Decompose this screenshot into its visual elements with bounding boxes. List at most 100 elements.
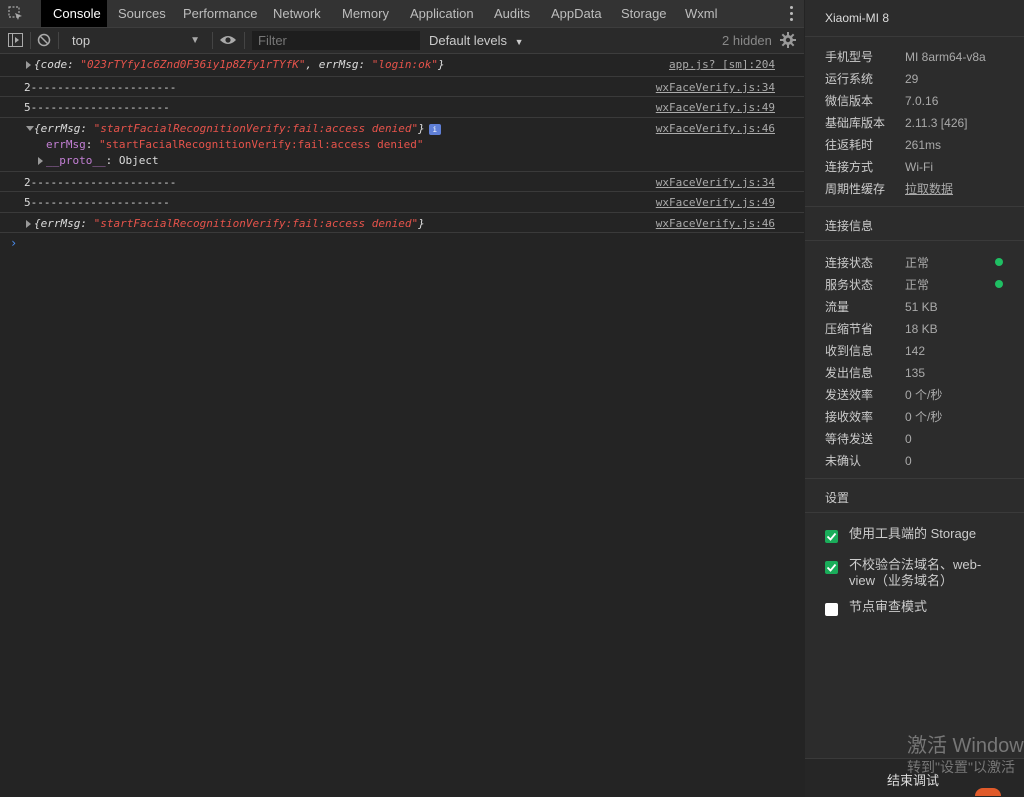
inspect-element-icon[interactable] xyxy=(8,6,24,22)
console-output: {code: "023rTYfy1c6Znd0F36iy1p8Zfy1rTYfK… xyxy=(0,54,804,233)
conn-value: 0 个/秒 xyxy=(905,410,943,424)
tab-network[interactable]: Network xyxy=(261,0,330,27)
source-link[interactable]: app.js? [sm]:204 xyxy=(669,58,775,71)
connection-row: 等待发送 0 xyxy=(825,430,912,447)
info-key: 微信版本 xyxy=(825,94,874,108)
setting-checkbox[interactable] xyxy=(825,530,838,543)
source-link[interactable]: wxFaceVerify.js:49 xyxy=(656,196,775,209)
info-key: 基础库版本 xyxy=(825,116,886,130)
console-row[interactable]: {errMsg: "startFacialRecognitionVerify:f… xyxy=(0,213,804,233)
tab-wxml[interactable]: Wxml xyxy=(673,0,728,27)
collapse-triangle-icon[interactable] xyxy=(26,126,34,131)
info-key: 周期性缓存 xyxy=(825,182,886,196)
devtools-tabbar: Console Sources Performance Network Memory Ap… xyxy=(0,0,804,28)
conn-key: 压缩节省 xyxy=(825,322,874,336)
connection-row: 未确认 0 xyxy=(825,452,912,469)
info-value: Wi-Fi xyxy=(905,160,933,174)
object-property: errMsg: "startFacialRecognitionVerify:fa… xyxy=(46,138,424,151)
tab-application[interactable]: Application xyxy=(398,0,482,27)
source-link[interactable]: wxFaceVerify.js:46 xyxy=(656,217,775,230)
log-message: {errMsg: "startFacialRecognitionVerify:f… xyxy=(34,217,425,230)
source-link[interactable]: wxFaceVerify.js:34 xyxy=(656,176,775,189)
device-title: Xiaomi-MI 8 xyxy=(825,11,890,25)
info-key: 往返耗时 xyxy=(825,138,874,152)
console-row: 2---------------------- wxFaceVerify.js:… xyxy=(0,172,804,192)
conn-key: 等待发送 xyxy=(825,432,874,446)
tab-memory[interactable]: Memory xyxy=(330,0,398,27)
tab-audits[interactable]: Audits xyxy=(482,0,539,27)
log-message: {code: "023rTYfy1c6Znd0F36iy1p8Zfy1rTYfK… xyxy=(34,58,445,71)
connection-row: 接收效率 0 个/秒 xyxy=(825,408,942,425)
setting-label[interactable]: 节点审查模式 xyxy=(849,599,927,615)
info-key: 连接方式 xyxy=(825,160,874,174)
more-options-icon[interactable] xyxy=(790,6,794,22)
divider xyxy=(805,478,1024,479)
connection-row: 发出信息 135 xyxy=(825,364,925,381)
setting-checkbox[interactable] xyxy=(825,561,838,574)
devtools-panel: Console Sources Performance Network Memory Ap… xyxy=(0,0,804,796)
console-toolbar: top ▼ Default levels ▼ 2 hidden xyxy=(0,28,804,54)
tab-appdata[interactable]: AppData xyxy=(539,0,609,27)
conn-key: 未确认 xyxy=(825,454,862,468)
checkmark-icon xyxy=(826,563,837,572)
context-selector[interactable]: top ▼ xyxy=(64,30,206,51)
gear-icon[interactable] xyxy=(780,32,796,48)
info-value: 7.0.16 xyxy=(905,94,939,108)
expand-triangle-icon[interactable] xyxy=(38,157,43,165)
source-link[interactable]: wxFaceVerify.js:49 xyxy=(656,101,775,114)
conn-value: 135 xyxy=(905,366,926,380)
chevron-down-icon: ▼ xyxy=(514,37,524,47)
conn-value: 0 xyxy=(905,432,912,446)
info-value: 261ms xyxy=(905,138,942,152)
info-icon[interactable]: i xyxy=(428,123,441,135)
source-link[interactable]: wxFaceVerify.js:34 xyxy=(656,81,775,94)
tab-storage[interactable]: Storage xyxy=(609,0,673,27)
eye-icon[interactable] xyxy=(219,34,237,46)
sidebar-toggle-icon[interactable] xyxy=(8,33,23,47)
device-info-row: 周期性缓存 拉取数据 xyxy=(825,180,953,197)
expand-triangle-icon[interactable] xyxy=(26,220,31,228)
tab-performance[interactable]: Performance xyxy=(171,0,261,27)
conn-key: 收到信息 xyxy=(825,344,874,358)
log-levels-dropdown[interactable]: Default levels ▼ xyxy=(429,31,524,52)
source-link[interactable]: wxFaceVerify.js:46 xyxy=(656,122,775,135)
conn-key: 接收效率 xyxy=(825,410,874,424)
chevron-down-icon: ▼ xyxy=(190,35,200,46)
conn-key: 发出信息 xyxy=(825,366,874,380)
info-key: 运行系统 xyxy=(825,72,874,86)
log-message: 2---------------------- xyxy=(24,81,177,94)
divider xyxy=(805,206,1024,207)
expand-triangle-icon[interactable] xyxy=(26,61,31,69)
connection-row: 服务状态 正常 xyxy=(825,276,929,293)
corner-badge xyxy=(975,788,1001,796)
divider xyxy=(805,36,1024,37)
tab-console[interactable]: Console xyxy=(41,0,107,27)
conn-value: 18 KB xyxy=(905,322,938,336)
tab-sources[interactable]: Sources xyxy=(106,0,171,27)
device-info-row: 运行系统 29 xyxy=(825,70,918,87)
setting-checkbox[interactable] xyxy=(825,603,838,616)
setting-label[interactable]: 使用工具端的 Storage xyxy=(849,526,976,542)
setting-label[interactable]: 不校验合法域名、web-view（业务域名） xyxy=(849,557,999,589)
device-info-row: 往返耗时 261ms xyxy=(825,136,941,153)
device-info-row: 微信版本 7.0.16 xyxy=(825,92,938,109)
console-row[interactable]: {code: "023rTYfy1c6Znd0F36iy1p8Zfy1rTYfK… xyxy=(0,54,804,77)
conn-key: 发送效率 xyxy=(825,388,874,402)
console-row[interactable]: {errMsg: "startFacialRecognitionVerify:f… xyxy=(0,118,804,172)
info-key: 手机型号 xyxy=(825,50,874,64)
end-debug-button[interactable]: 结束调试 xyxy=(887,770,939,789)
console-row: 5--------------------- wxFaceVerify.js:4… xyxy=(0,97,804,118)
connection-row: 发送效率 0 个/秒 xyxy=(825,386,942,403)
connection-row: 压缩节省 18 KB xyxy=(825,320,938,337)
context-label: top xyxy=(72,33,91,48)
conn-value: 正常 xyxy=(905,278,930,292)
connection-heading: 连接信息 xyxy=(825,219,874,233)
clear-console-icon[interactable] xyxy=(37,33,51,47)
console-prompt[interactable]: › xyxy=(10,236,17,250)
device-info-row: 手机型号 MI 8arm64-v8a xyxy=(825,48,986,65)
filter-input[interactable] xyxy=(252,31,420,50)
object-proto: __proto__: Object xyxy=(46,154,159,167)
device-info-panel: Xiaomi-MI 8 手机型号 MI 8arm64-v8a 运行系统 29 微信版本 7… xyxy=(805,0,1024,797)
console-row: 5--------------------- wxFaceVerify.js:4… xyxy=(0,192,804,213)
fetch-data-link[interactable]: 拉取数据 xyxy=(905,182,953,196)
